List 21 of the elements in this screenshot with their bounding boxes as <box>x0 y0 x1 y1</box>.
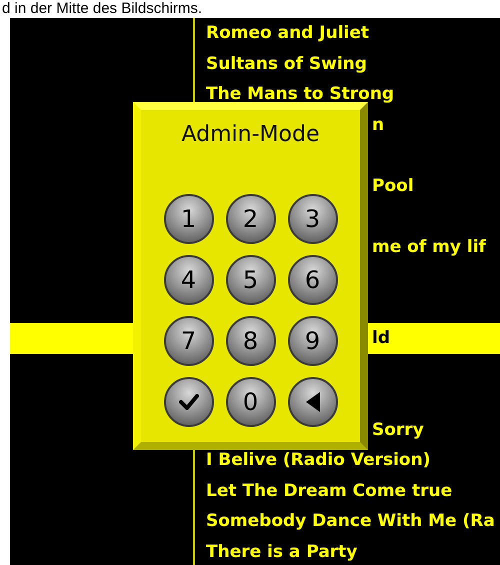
digit-key[interactable]: 4 <box>164 255 214 305</box>
digit-key[interactable]: 7 <box>164 316 214 366</box>
song-item[interactable]: Sultans of Swing <box>10 48 500 79</box>
caption-text: d in der Mitte des Bildschirms. <box>1 0 204 18</box>
digit-key[interactable]: 9 <box>288 316 338 366</box>
digit-key[interactable]: 2 <box>226 194 276 244</box>
digit-key[interactable]: 6 <box>288 255 338 305</box>
left-triangle-icon <box>306 392 320 412</box>
digit-key[interactable]: 3 <box>288 194 338 244</box>
digit-key[interactable]: 8 <box>226 316 276 366</box>
digit-key[interactable]: 1 <box>164 194 214 244</box>
song-item[interactable]: Romeo and Juliet <box>10 18 500 48</box>
digit-key[interactable]: 5 <box>226 255 276 305</box>
digit-key[interactable]: 0 <box>226 377 276 427</box>
song-item[interactable]: Let The Dream Come true <box>10 476 500 506</box>
song-item[interactable]: Somebody Dance With Me (Ra <box>10 506 500 536</box>
checkmark-icon <box>178 394 198 410</box>
backspace-button[interactable] <box>288 377 338 427</box>
confirm-button[interactable] <box>164 377 214 427</box>
dialog-title: Admin-Mode <box>182 122 320 148</box>
song-item[interactable]: There is a Party <box>10 536 500 565</box>
